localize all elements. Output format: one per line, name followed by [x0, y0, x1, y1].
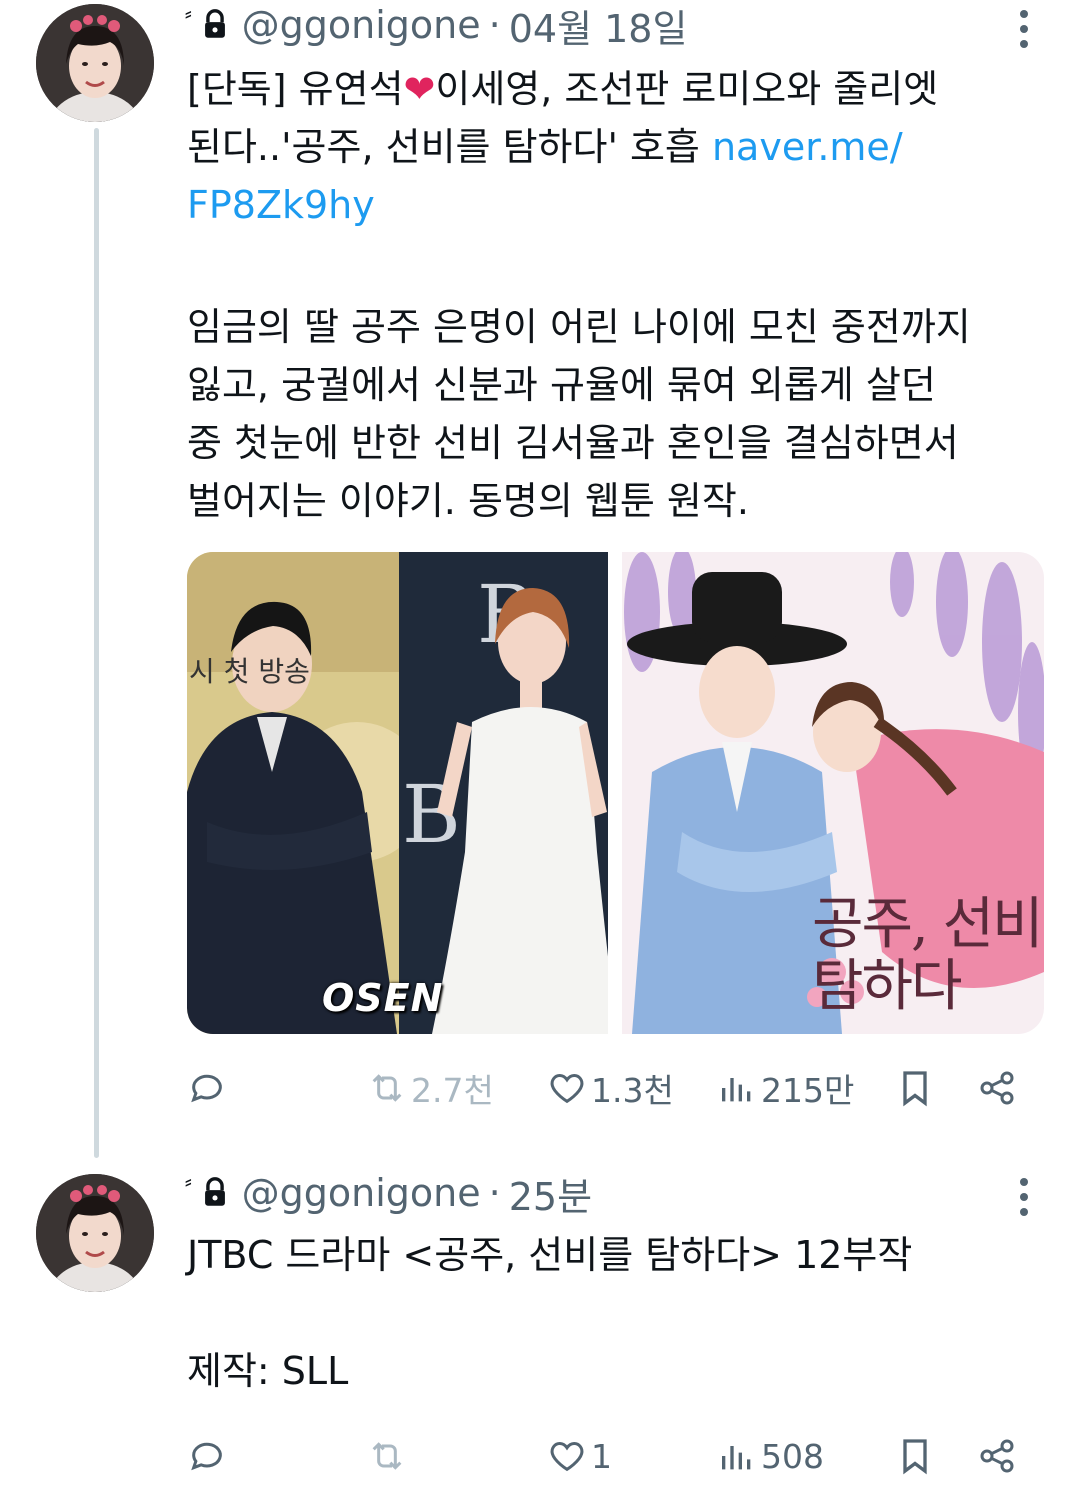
retweet-button[interactable]: 2.7천: [367, 1064, 494, 1112]
photo-sign-text: 시 첫 방송: [189, 655, 310, 688]
tweet-text-pre: [단독] 유연석: [187, 67, 404, 111]
views-count: 215만: [761, 1071, 855, 1110]
avatar[interactable]: [36, 4, 154, 122]
timestamp[interactable]: 25분: [509, 1166, 592, 1221]
action-bar: 1 508: [187, 1428, 1027, 1484]
like-icon: [550, 1073, 584, 1104]
reply-button[interactable]: [187, 1068, 231, 1108]
photo-webtoon[interactable]: 공주, 선비를 탐하다: [622, 552, 1044, 1034]
tweet-text: [단독] 유연석❤이세영, 조선판 로미오와 줄리엣 된다..'공주, 선비를 …: [187, 60, 938, 234]
views-icon: [722, 1446, 751, 1470]
separator-dot: ·: [488, 1171, 501, 1215]
action-bar: 2.7천 1.3천 215만: [187, 1060, 1027, 1116]
user-handle[interactable]: @ggonigone: [242, 3, 481, 47]
share-button[interactable]: [977, 1068, 1021, 1108]
share-icon: [980, 1439, 1014, 1473]
bookmark-icon: [903, 1071, 927, 1107]
timestamp[interactable]: 04월 18일: [509, 0, 688, 53]
views-button[interactable]: 215만: [717, 1064, 854, 1112]
reply-button[interactable]: [187, 1436, 231, 1476]
reply-icon: [191, 1442, 222, 1471]
webtoon-title: 공주, 선비를 탐하다: [812, 892, 1044, 1019]
more-icon[interactable]: [1018, 1178, 1030, 1216]
views-count: 508: [761, 1436, 824, 1476]
thread-line: [94, 128, 99, 1158]
tweet-link[interactable]: naver.me/: [712, 125, 903, 169]
tweet-text: JTBC 드라마 <공주, 선비를 탐하다> 12부작 제작: SLL: [187, 1233, 913, 1393]
tick-mark: ⸗: [185, 1168, 192, 1193]
like-button[interactable]: 1: [547, 1436, 612, 1476]
bookmark-icon: [903, 1439, 927, 1475]
like-count: 1: [591, 1436, 612, 1476]
tweet-header: ⸗ @ggonigone · 25분: [185, 1166, 592, 1221]
heart-emoji: ❤: [403, 67, 436, 111]
bookmark-button[interactable]: [895, 1436, 939, 1476]
bookmark-button[interactable]: [895, 1068, 939, 1108]
like-button[interactable]: 1.3천: [547, 1064, 674, 1112]
avatar[interactable]: [36, 1174, 154, 1292]
tweet-body: 임금의 딸 공주 은명이 어린 나이에 모친 중전까지 잃고, 궁궐에서 신분과…: [187, 305, 971, 523]
lock-icon: [204, 9, 225, 38]
user-handle[interactable]: @ggonigone: [242, 1171, 481, 1215]
share-icon: [980, 1071, 1014, 1105]
photo-actors[interactable]: B B 시 첫 방송 OSEN: [187, 552, 608, 1034]
osen-watermark: OSEN: [322, 976, 444, 1020]
retweet-icon: [372, 1442, 402, 1470]
like-count: 1.3천: [591, 1071, 674, 1110]
reply-icon: [191, 1074, 222, 1103]
like-icon: [550, 1441, 584, 1472]
retweet-button[interactable]: [367, 1436, 411, 1476]
avatar-image: [36, 1174, 154, 1292]
share-button[interactable]: [977, 1436, 1021, 1476]
more-icon[interactable]: [1018, 10, 1030, 48]
tweet-link-cont[interactable]: FP8Zk9hy: [187, 183, 375, 227]
actors-image: B B: [187, 552, 608, 1034]
avatar-image: [36, 4, 154, 122]
retweet-icon: [372, 1074, 402, 1102]
tweet-header: ⸗ @ggonigone · 04월 18일: [185, 0, 688, 53]
retweet-count: 2.7천: [411, 1071, 494, 1110]
media-grid[interactable]: B B 시 첫 방송 OSEN: [187, 552, 1044, 1034]
separator-dot: ·: [488, 3, 501, 47]
lock-icon: [204, 1177, 225, 1206]
views-icon: [722, 1078, 751, 1102]
views-button[interactable]: 508: [717, 1436, 824, 1476]
tick-mark: ⸗: [185, 0, 192, 25]
